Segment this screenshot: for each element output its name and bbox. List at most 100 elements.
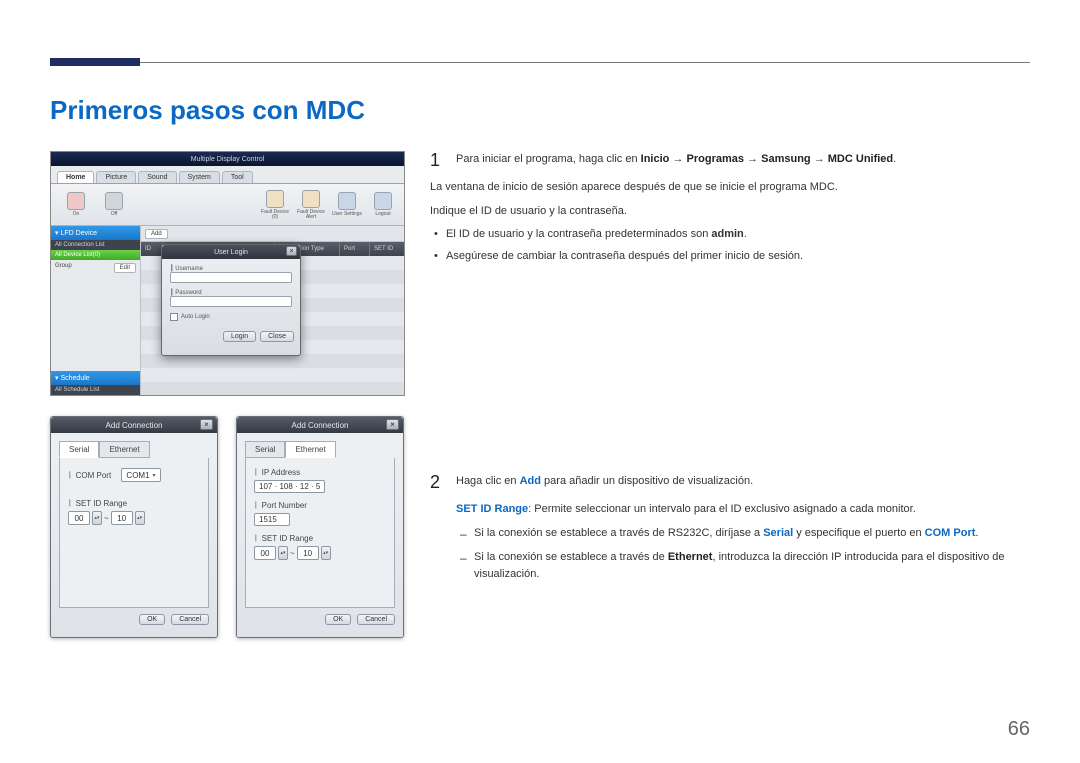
step-2-text: Haga clic en Add para añadir un disposit… <box>456 473 753 491</box>
step-1-number: 1 <box>430 151 444 169</box>
spinner-icon[interactable]: ▴▾ <box>321 546 331 560</box>
com-port-label: COM Port COM1▾ <box>68 468 200 482</box>
set-id-range-label: SET ID Range <box>68 499 200 508</box>
set-id-range-label: SET ID Range <box>254 534 386 543</box>
tab-tool[interactable]: Tool <box>222 171 253 183</box>
ip-address-label: IP Address <box>254 468 386 477</box>
login-button[interactable]: Login <box>223 331 256 342</box>
add-ethernet-close-icon[interactable]: × <box>386 419 399 430</box>
sidebar-all-device[interactable]: All Device List(0) <box>51 250 140 260</box>
dash-serial: Si la conexión se establece a través de … <box>458 525 1030 543</box>
set-id-from[interactable]: 00 <box>68 511 90 525</box>
tab-serial[interactable]: Serial <box>245 441 285 458</box>
mdc-main-tabs: Home Picture Sound System Tool <box>51 166 404 184</box>
auto-login-label: Auto Login <box>181 314 210 320</box>
add-serial-close-icon[interactable]: × <box>200 419 213 430</box>
add-serial-titlebar: Add Connection × <box>51 417 217 433</box>
step-1-text: Para iniciar el programa, haga clic en I… <box>456 151 896 169</box>
login-close-button[interactable]: Close <box>260 331 294 342</box>
add-serial-ok-button[interactable]: OK <box>139 614 165 625</box>
step-1-para-1: La ventana de inicio de sesión aparece d… <box>430 179 1030 197</box>
header-accent-bar <box>50 58 140 66</box>
tab-home[interactable]: Home <box>57 171 94 183</box>
mdc-toolbar: On Off Fault Device (0) Fault Device Ale… <box>51 184 404 226</box>
set-id-from[interactable]: 00 <box>254 546 276 560</box>
spinner-icon[interactable]: ▴▾ <box>92 511 102 525</box>
add-ethernet-title: Add Connection <box>292 421 349 430</box>
power-on-icon[interactable]: On <box>61 188 91 222</box>
sidebar-all-connection[interactable]: All Connection List <box>51 240 140 250</box>
tab-serial[interactable]: Serial <box>59 441 99 458</box>
step-1-bullets: El ID de usuario y la contraseña predete… <box>432 226 1030 265</box>
ip-address-input[interactable]: 107 · 108 · 12 · 5 <box>254 480 325 493</box>
set-id-to[interactable]: 10 <box>111 511 133 525</box>
set-id-range-controls: 00 ▴▾ ~ 10 ▴▾ <box>68 511 145 525</box>
spinner-icon[interactable]: ▴▾ <box>278 546 288 560</box>
login-username-label: ┃ Username <box>170 265 292 272</box>
figures-column: Multiple Display Control Home Picture So… <box>50 151 405 638</box>
fault-device-label: Fault Device (0) <box>260 210 290 220</box>
user-login-dialog: User Login × ┃ Username ┃ Password <box>161 244 301 356</box>
instructions-column: 1 Para iniciar el programa, haga clic en… <box>430 151 1030 638</box>
spinner-icon[interactable]: ▴▾ <box>135 511 145 525</box>
add-connection-serial-dialog: Add Connection × Serial Ethernet COM Por… <box>50 416 218 638</box>
login-dialog-titlebar: User Login × <box>162 245 300 259</box>
com-port-combo[interactable]: COM1▾ <box>121 468 160 482</box>
login-username-input[interactable] <box>170 272 292 283</box>
step-2-number: 2 <box>430 473 444 491</box>
logout-label: Logout <box>375 212 390 217</box>
step-2: 2 Haga clic en Add para añadir un dispos… <box>430 473 1030 491</box>
add-ethernet-cancel-button[interactable]: Cancel <box>357 614 395 625</box>
port-number-label: Port Number <box>254 501 386 510</box>
page-title: Primeros pasos con MDC <box>50 95 1030 126</box>
add-serial-cancel-button[interactable]: Cancel <box>171 614 209 625</box>
range-separator: ~ <box>104 514 109 523</box>
checkbox-icon <box>170 313 178 321</box>
dash-ethernet: Si la conexión se establece a través de … <box>458 549 1030 584</box>
tab-picture[interactable]: Picture <box>96 171 136 183</box>
add-connection-ethernet-dialog: Add Connection × Serial Ethernet IP Addr… <box>236 416 404 638</box>
bullet-default-admin: El ID de usuario y la contraseña predete… <box>432 226 1030 244</box>
add-ethernet-ok-button[interactable]: OK <box>325 614 351 625</box>
range-separator: ~ <box>290 549 295 558</box>
chevron-down-icon: ▾ <box>153 472 156 479</box>
login-close-icon[interactable]: × <box>286 246 297 256</box>
col-id: ID <box>141 242 163 256</box>
header-rule <box>50 62 1030 63</box>
auto-login-checkbox[interactable]: Auto Login <box>170 313 292 321</box>
bullet-change-password: Asegúrese de cambiar la contraseña despu… <box>432 248 1030 266</box>
add-connection-button[interactable]: Add <box>145 229 168 239</box>
page-number: 66 <box>1008 718 1030 741</box>
step-2-dashes: Si la conexión se establece a través de … <box>432 525 1030 584</box>
tab-ethernet[interactable]: Ethernet <box>99 441 149 458</box>
login-password-input[interactable] <box>170 296 292 307</box>
set-id-range-controls: 00 ▴▾ ~ 10 ▴▾ <box>254 546 331 560</box>
login-password-label: ┃ Password <box>170 289 292 296</box>
sidebar-group-label: Group <box>55 263 72 273</box>
col-set-id: SET ID <box>370 242 404 256</box>
sidebar-schedule[interactable]: ▾ Schedule <box>51 371 140 385</box>
tab-system[interactable]: System <box>179 171 220 183</box>
fault-device-icon[interactable]: Fault Device (0) <box>260 188 290 222</box>
sidebar-all-schedule[interactable]: All Schedule List <box>51 385 140 395</box>
tab-ethernet[interactable]: Ethernet <box>285 441 335 458</box>
mdc-center-toolbar: Add <box>141 226 404 242</box>
logout-icon[interactable]: Logout <box>368 188 398 222</box>
set-id-to[interactable]: 10 <box>297 546 319 560</box>
tab-sound[interactable]: Sound <box>138 171 176 183</box>
power-off-icon[interactable]: Off <box>99 188 129 222</box>
sidebar-edit-button[interactable]: Edit <box>114 263 136 273</box>
sidebar-lfd-device[interactable]: ▾ LFD Device <box>51 226 140 240</box>
login-dialog-title: User Login <box>214 249 248 256</box>
step-1: 1 Para iniciar el programa, haga clic en… <box>430 151 1030 169</box>
set-id-range-desc: SET ID Range: Permite seleccionar un int… <box>430 501 1030 519</box>
user-settings-icon[interactable]: User Settings <box>332 188 362 222</box>
fault-alert-icon[interactable]: Fault Device Alert <box>296 188 326 222</box>
mdc-titlebar: Multiple Display Control <box>51 152 404 166</box>
port-number-input[interactable]: 1515 <box>254 513 290 526</box>
add-serial-title: Add Connection <box>106 421 163 430</box>
fault-alert-label: Fault Device Alert <box>296 210 326 220</box>
user-settings-label: User Settings <box>332 212 362 217</box>
sidebar-group-row: Group Edit <box>51 260 140 276</box>
col-port: Port <box>340 242 370 256</box>
